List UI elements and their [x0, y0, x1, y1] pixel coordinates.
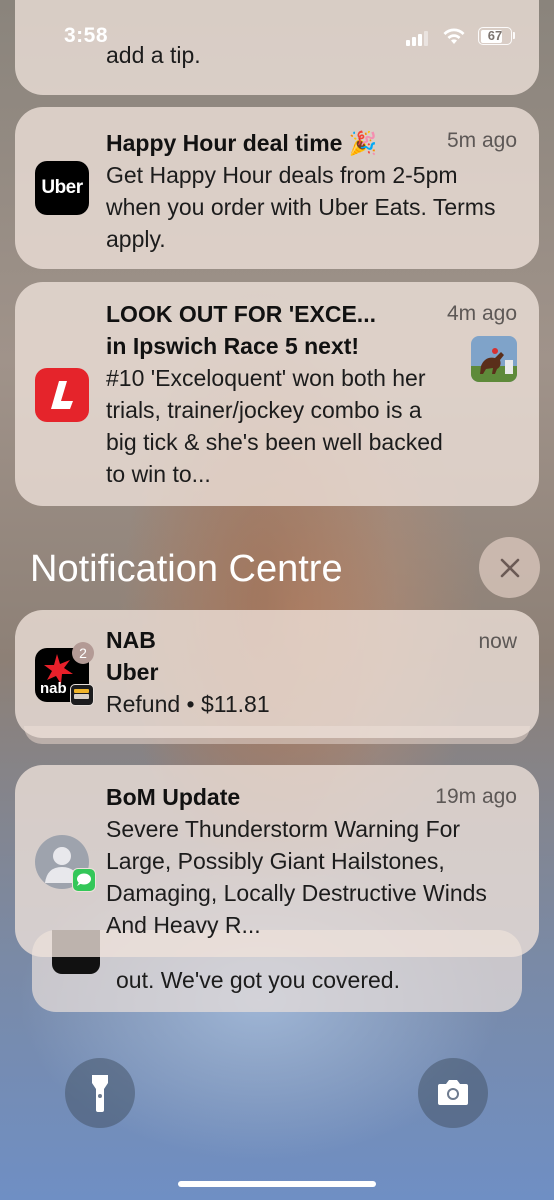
- notification-body: Refund • $11.81: [106, 691, 270, 717]
- notification-title: LOOK OUT FOR 'EXCE...: [106, 301, 376, 327]
- notification-bom-update[interactable]: BoM Update Severe Thunderstorm Warning F…: [15, 765, 539, 957]
- notification-time: now: [478, 630, 517, 653]
- notification-time: 5m ago: [446, 129, 517, 152]
- ladbrokes-app-icon: [35, 368, 89, 422]
- wallet-icon: [70, 684, 94, 706]
- notification-body: out. We've got you covered.: [116, 967, 400, 993]
- cellular-signal-icon: [406, 30, 432, 46]
- wifi-icon: [442, 26, 466, 46]
- notification-subtitle: in Ipswich Race 5 next!: [106, 333, 360, 359]
- messages-icon: [72, 868, 96, 892]
- notification-ladbrokes[interactable]: LOOK OUT FOR 'EXCE... in Ipswich Race 5 …: [15, 282, 539, 506]
- notification-centre-heading: Notification Centre: [30, 548, 343, 590]
- camera-button[interactable]: [418, 1058, 488, 1128]
- notification-nab[interactable]: NAB Uber Refund • $11.81 now nab 2: [15, 610, 539, 738]
- flashlight-icon: [92, 1075, 108, 1112]
- notification-body: Severe Thunderstorm Warning For Large, P…: [106, 816, 487, 938]
- home-indicator[interactable]: [178, 1181, 376, 1187]
- nab-icon-label: nab: [40, 680, 67, 697]
- clear-notifications-button[interactable]: [479, 537, 540, 598]
- horse-racing-thumbnail: [471, 336, 517, 382]
- status-time: 3:58: [64, 24, 109, 47]
- notification-body: #10 'Exceloquent' won both her trials, t…: [106, 365, 443, 487]
- battery-level: 67: [487, 28, 503, 43]
- notification-uber[interactable]: Uber Happy Hour deal time 🎉 Get Happy Ho…: [15, 107, 539, 269]
- notification-body: Get Happy Hour deals from 2-5pm when you…: [106, 162, 496, 252]
- battery-tip: [513, 32, 515, 39]
- notification-time: 4m ago: [446, 302, 517, 325]
- notification-title: Happy Hour deal time 🎉: [106, 130, 376, 156]
- uber-app-icon: Uber: [35, 161, 89, 215]
- notification-subtitle: Uber: [106, 659, 159, 685]
- flashlight-button[interactable]: [65, 1058, 135, 1128]
- notification-title: NAB: [106, 627, 156, 653]
- notification-count-badge: 2: [72, 642, 94, 664]
- close-icon: [500, 558, 519, 577]
- status-bar: 3:58 67: [0, 0, 554, 70]
- notification-time: 19m ago: [435, 785, 517, 808]
- battery-icon: 67: [478, 27, 512, 45]
- camera-icon: [438, 1080, 468, 1105]
